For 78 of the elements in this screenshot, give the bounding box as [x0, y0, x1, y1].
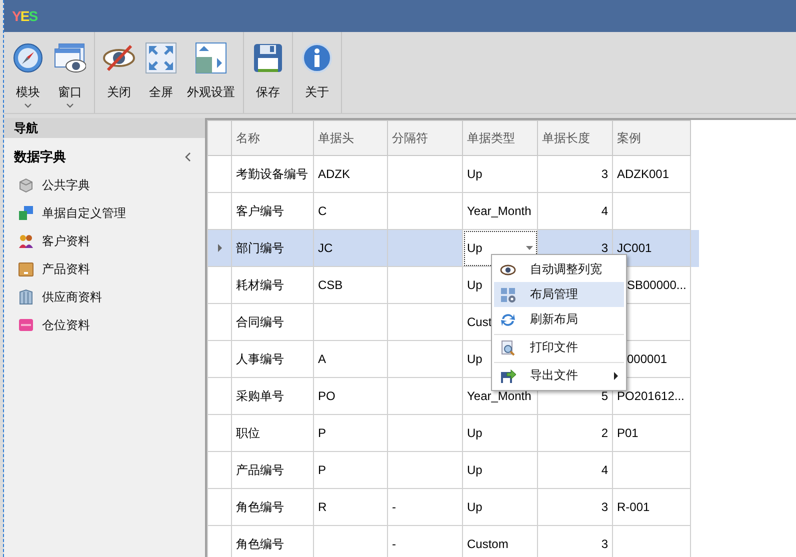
dropdown-value[interactable]: Up — [467, 241, 482, 255]
table-cell: 合同编号 — [232, 304, 314, 340]
table-cell: PO — [314, 378, 388, 414]
windows-icon — [18, 205, 34, 221]
nav-item[interactable]: 仓位资料 — [4, 311, 205, 339]
table-cell: 2 — [538, 414, 612, 452]
dropdown-caret-icon — [526, 246, 533, 250]
submenu-arrow-icon — [614, 372, 618, 380]
package-icon — [18, 261, 34, 277]
table-cell: A — [314, 340, 388, 378]
table-cell: R-001 — [612, 488, 691, 526]
table-cell: Up — [462, 414, 538, 452]
group-title: 数据字典 — [14, 148, 66, 166]
table-cell: - — [388, 488, 462, 526]
table-cell: 职位 — [232, 414, 314, 452]
column-header[interactable]: 单据类型 — [462, 120, 538, 156]
table-cell: 产品编号 — [232, 452, 314, 488]
menu-item[interactable]: 布局管理 — [494, 282, 624, 307]
column-header[interactable]: 单据长度 — [538, 120, 612, 156]
table-cell: 4 — [538, 452, 612, 488]
toolbar-button[interactable]: 全屏 — [141, 32, 181, 112]
table-cell: Up — [462, 452, 538, 488]
table-cell: 耗材编号 — [232, 266, 314, 304]
table-cell: CSB — [314, 266, 388, 304]
table-cell: R — [314, 488, 388, 526]
table-cell: P01 — [612, 414, 691, 452]
panel-header: 导航 — [4, 118, 205, 138]
table-cell: 3 — [538, 488, 612, 526]
nav-item[interactable]: 公共字典 — [4, 171, 205, 199]
refresh-icon — [500, 312, 516, 328]
row-indicator-icon — [218, 244, 222, 252]
table-cell: 角色编号 — [232, 488, 314, 526]
table-cell: P — [314, 452, 388, 488]
column-header[interactable]: 案例 — [612, 120, 691, 156]
table-cell: 考勤设备编号 — [232, 156, 314, 192]
toolbar-button[interactable]: 窗口 — [50, 32, 90, 112]
table-cell: ADZK — [314, 156, 388, 192]
table-cell: 人事编号 — [232, 340, 314, 378]
table-cell: JC001 — [612, 230, 691, 266]
table-cell: Up — [462, 156, 538, 192]
table-cell: JC — [314, 230, 388, 266]
table-cell: 采购单号 — [232, 378, 314, 414]
fullscreen-icon — [145, 42, 177, 74]
export-icon — [500, 368, 516, 384]
toolbar-button[interactable]: 保存 — [248, 32, 288, 112]
nav-item[interactable]: 产品资料 — [4, 255, 205, 283]
column-header[interactable]: 名称 — [232, 120, 314, 156]
app-logo: YES — [12, 8, 38, 24]
compass-icon — [12, 42, 44, 74]
menu-item[interactable]: 打印文件 — [494, 334, 624, 360]
collapse-icon[interactable] — [185, 152, 191, 162]
table-cell: ADZK001 — [612, 156, 691, 192]
building-icon — [18, 289, 34, 305]
table-cell: Up — [462, 488, 538, 526]
table-cell: P — [314, 414, 388, 452]
layout-icon — [195, 42, 227, 74]
caret-icon — [66, 103, 74, 108]
box-icon — [18, 317, 34, 333]
caret-icon — [24, 103, 32, 108]
column-header[interactable]: 分隔符 — [388, 120, 462, 156]
hidden-eye-icon — [103, 42, 135, 74]
toolbar-button[interactable]: 外观设置 — [183, 32, 239, 112]
menu-item[interactable]: 导出文件 — [494, 362, 624, 388]
document-search-icon — [500, 340, 516, 356]
toolbar-button[interactable]: 模块 — [8, 32, 48, 112]
table-cell: 部门编号 — [232, 230, 314, 266]
nav-item[interactable]: 供应商资料 — [4, 283, 205, 311]
toolbar-button[interactable]: 关闭 — [99, 32, 139, 112]
people-icon — [18, 233, 34, 249]
table-cell: 3 — [538, 156, 612, 192]
window-eye-icon — [54, 42, 86, 74]
nav-item[interactable]: 单据自定义管理 — [4, 199, 205, 227]
grid-gear-icon — [500, 286, 516, 302]
info-icon — [301, 42, 333, 74]
box-icon — [18, 177, 34, 193]
column-header[interactable]: 单据头 — [314, 120, 388, 156]
nav-item[interactable]: 客户资料 — [4, 227, 205, 255]
toolbar-button[interactable]: 关于 — [297, 32, 337, 112]
